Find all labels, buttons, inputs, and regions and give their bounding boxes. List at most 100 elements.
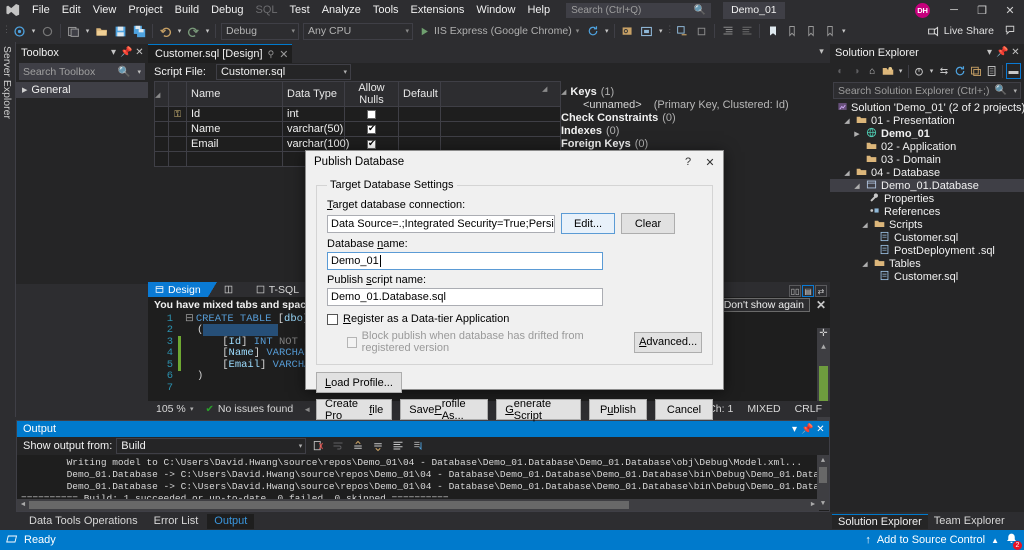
swap-panes-icon[interactable]: ⇄ [815,285,827,297]
avatar[interactable]: DH [915,3,930,18]
tree-node-domain[interactable]: 03 - Domain [830,153,1024,166]
menu-sql[interactable]: SQL [250,0,284,20]
pin-icon[interactable]: 📌 [120,47,133,58]
keys-node[interactable]: ◢ Keys (1) [553,85,828,98]
tree-node-customer-sql-scripts[interactable]: Customer.sql [830,231,1024,244]
table-row[interactable]: ⚿ Id int [155,107,561,122]
menu-window[interactable]: Window [470,0,521,20]
column-header-allownulls[interactable]: Allow Nulls [345,82,399,107]
tabs-mode-indicator[interactable]: MIXED [747,403,780,415]
generate-script-button[interactable]: Generate Script [496,399,581,420]
active-files-icon[interactable]: ▾ [816,46,827,57]
collapse-all-icon[interactable] [968,63,983,79]
menu-view[interactable]: View [87,0,123,20]
menu-test[interactable]: Test [284,0,316,20]
dock-tab-error-list[interactable]: Error List [147,514,206,529]
fold-icon[interactable]: ⊟ [185,312,194,325]
scrollbar-thumb[interactable] [819,366,828,404]
grid-collapse-icon[interactable]: ◢ [542,85,547,93]
pin-icon[interactable]: 📌 [996,47,1009,58]
minimize-button[interactable]: ─ [940,0,968,20]
tab-tsql[interactable]: T-SQL [249,282,306,297]
toolbar-grip-2[interactable]: ⋮ [665,24,673,38]
table-row[interactable]: Name varchar(50) [155,122,561,137]
start-debugging-button[interactable]: IIS Express (Google Chrome) ▾ [415,25,583,37]
new-project-dropdown-icon[interactable]: ▾ [83,22,92,40]
chevron-expand-icon[interactable]: ◢ [860,260,870,268]
solution-configuration-combo[interactable]: Debug ▾ [221,23,299,40]
foreign-keys-node[interactable]: Foreign Keys (0) [553,137,828,150]
select-all-corner-icon[interactable]: ◢ [155,92,160,99]
tree-node-properties[interactable]: Properties [830,192,1024,205]
solution-views-icon[interactable] [881,63,896,79]
dock-tab-data-tools-operations[interactable]: Data Tools Operations [22,514,145,529]
sync-with-active-document-icon[interactable]: ⇆ [936,63,951,79]
cell-column-name[interactable] [187,152,283,167]
step-over-icon[interactable] [692,22,711,40]
menu-tools[interactable]: Tools [367,0,405,20]
cancel-button[interactable]: Cancel [655,399,713,420]
chevron-down-icon[interactable]: ▾ [983,47,996,58]
refresh-icon[interactable] [583,22,602,40]
scroll-up-icon[interactable]: ▲ [817,341,830,354]
scroll-right-icon[interactable]: ► [807,499,819,511]
open-file-icon[interactable] [92,22,111,40]
chevron-down-icon[interactable]: ▾ [1013,87,1017,95]
chevron-expand-icon[interactable]: ◢ [561,88,566,96]
split-vertical-icon[interactable]: ▤ [802,285,814,297]
menu-extensions[interactable]: Extensions [405,0,471,20]
clear-all-icon[interactable] [310,438,326,454]
outdent-icon[interactable] [737,22,756,40]
cell-column-name[interactable]: Id [187,107,283,122]
register-dac-checkbox[interactable] [327,314,338,325]
chevron-expand-icon[interactable]: ◢ [842,117,852,125]
tree-node-tables[interactable]: ◢ Tables [830,257,1024,270]
tree-node-database-folder[interactable]: ◢ 04 - Database [830,166,1024,179]
allow-nulls-checkbox[interactable] [367,125,376,134]
show-all-files-icon[interactable] [984,63,999,79]
check-constraints-node[interactable]: Check Constraints (0) [553,111,828,124]
refresh-dropdown-icon[interactable]: ▾ [602,22,611,40]
back-nav-dropdown-icon[interactable]: ▾ [29,22,38,40]
cell-column-name[interactable]: Name [187,122,283,137]
toolbox-search-input[interactable]: Search Toolbox 🔍 ▾ [19,63,145,80]
cell-data-type[interactable]: varchar(50) [283,122,345,137]
chevron-down-icon[interactable]: ▾ [137,68,141,76]
tab-design[interactable]: Design [148,282,208,297]
scrollbar-thumb[interactable] [29,501,629,509]
edit-connection-button[interactable]: Edit... [561,213,615,234]
chevron-down-icon[interactable]: ▾ [190,405,194,413]
chevron-down-icon[interactable]: ▾ [788,424,801,435]
back-nav-icon[interactable] [10,22,29,40]
tree-node-demo01-database[interactable]: ◢ Demo_01.Database [830,179,1024,192]
close-icon[interactable]: ✕ [816,298,826,312]
menu-edit[interactable]: Edit [56,0,87,20]
connection-string-input[interactable]: Data Source=.;Integrated Security=True;P… [327,215,555,233]
create-profile-button[interactable]: Create Profile [316,399,392,420]
save-profile-as-button[interactable]: Save Profile As... [400,399,488,420]
close-window-button[interactable]: ✕ [996,0,1024,20]
go-to-next-icon[interactable] [370,438,386,454]
menu-debug[interactable]: Debug [205,0,249,20]
forward-nav-icon[interactable] [38,22,57,40]
save-all-icon[interactable] [130,22,149,40]
primary-key-item[interactable]: <unnamed> (Primary Key, Clustered: Id) [553,98,828,111]
chevron-up-icon[interactable]: ▲ [991,536,999,545]
add-to-source-control-button[interactable]: Add to Source Control [877,534,985,546]
save-icon[interactable] [111,22,130,40]
undo-dropdown-icon[interactable]: ▾ [175,22,184,40]
quick-launch-search[interactable]: Search (Ctrl+Q) 🔍 [566,3,711,18]
clear-connection-button[interactable]: Clear [621,213,675,234]
chevron-expand-icon[interactable]: ◢ [842,169,852,177]
step-into-icon[interactable] [673,22,692,40]
bookmarks-overflow-icon[interactable]: ▾ [839,22,848,40]
toolbox-drag-dots[interactable] [64,52,102,53]
tree-node-postdeployment-sql[interactable]: PostDeployment .sql [830,244,1024,257]
tree-node-scripts[interactable]: ◢ Scripts [830,218,1024,231]
toggle-word-wrap-icon[interactable] [330,438,346,454]
close-icon[interactable]: ✕ [814,424,827,435]
menu-help[interactable]: Help [521,0,556,20]
properties-window-icon[interactable]: ▬ [1006,63,1021,79]
new-project-icon[interactable] [64,22,83,40]
database-name-input[interactable]: Demo_01 [327,252,603,270]
